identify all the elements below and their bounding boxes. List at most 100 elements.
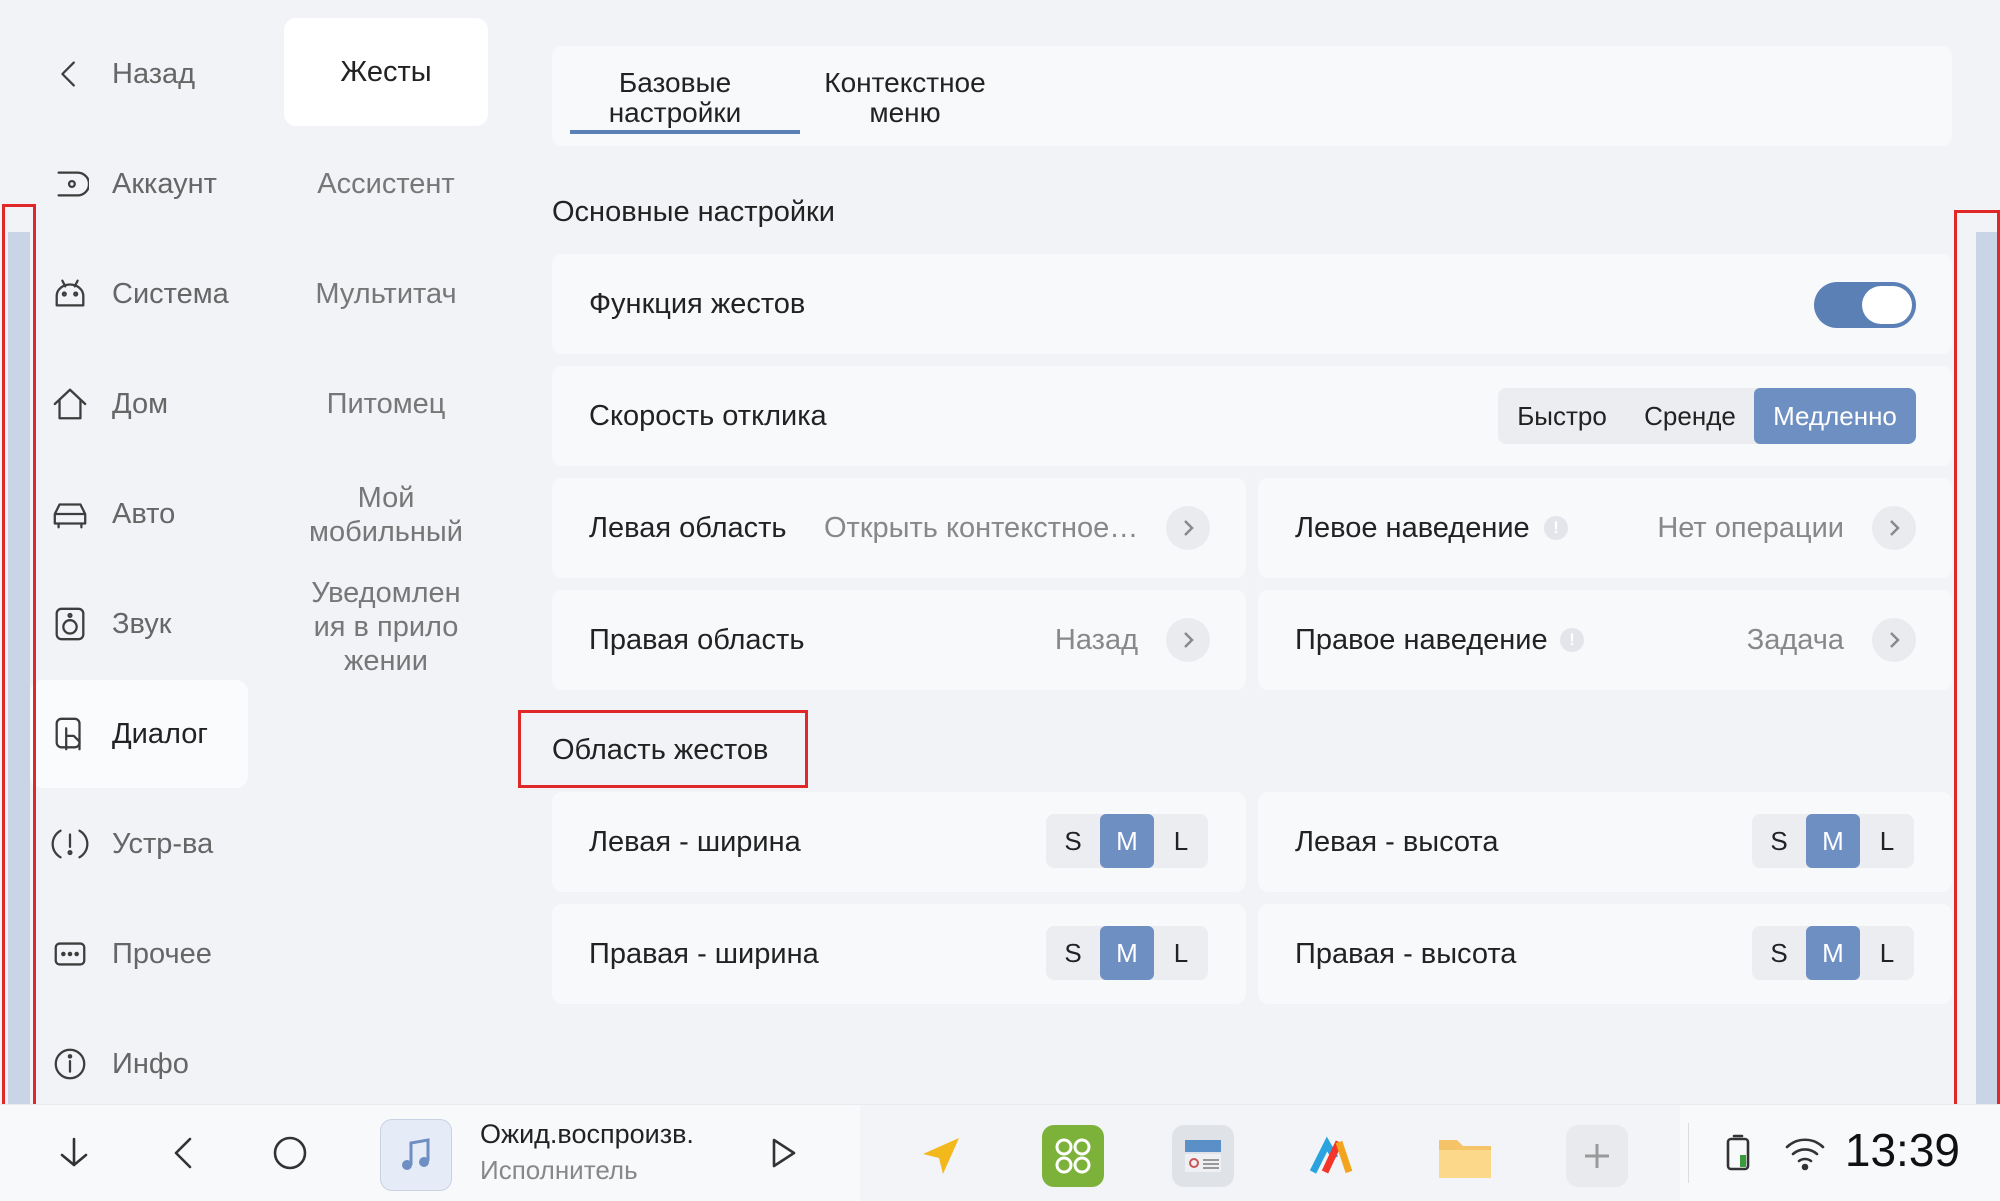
sidebar-item-other[interactable]: Прочее bbox=[30, 900, 248, 1008]
toggle-knob bbox=[1862, 286, 1912, 324]
subnav-item-pet[interactable]: Питомец bbox=[284, 350, 488, 458]
right-height-row: Правая - высота S M L bbox=[1258, 904, 1952, 1004]
subnav-item-my-mobile[interactable]: Мой мобильный bbox=[284, 470, 488, 560]
info-icon[interactable]: ! bbox=[1544, 516, 1568, 540]
chevron-right-icon bbox=[1872, 506, 1916, 550]
nav-label: Аккаунт bbox=[112, 167, 217, 200]
right-hover-value: Задача bbox=[1746, 623, 1844, 656]
left-hover-label: Левое наведение bbox=[1295, 511, 1530, 544]
more-icon bbox=[50, 934, 90, 974]
add-app-icon[interactable] bbox=[1566, 1125, 1628, 1187]
response-speed-row: Скорость отклика Быстро Сренде Медленно bbox=[552, 366, 1952, 466]
chevron-right-icon bbox=[1166, 506, 1210, 550]
media-title: Ожид.воспроизв. bbox=[480, 1119, 694, 1149]
left-hover-row[interactable]: Левое наведение ! Нет операции bbox=[1258, 478, 1952, 578]
left-width-row: Левая - ширина S M L bbox=[552, 792, 1246, 892]
settings-content: Базовые настройки Контекстное меню Основ… bbox=[506, 0, 2000, 1104]
response-speed-selector: Быстро Сренде Медленно bbox=[1498, 388, 1916, 444]
tab-context-menu[interactable]: Контекстное меню bbox=[790, 68, 1020, 128]
speed-option-medium[interactable]: Сренде bbox=[1626, 388, 1754, 444]
android-icon bbox=[50, 274, 90, 314]
size-option-s[interactable]: S bbox=[1752, 814, 1806, 868]
sidebar-item-info[interactable]: Инфо bbox=[30, 1010, 248, 1118]
radio-app-icon[interactable] bbox=[1172, 1125, 1234, 1187]
info-icon[interactable]: ! bbox=[1560, 628, 1584, 652]
speed-option-slow[interactable]: Медленно bbox=[1754, 388, 1916, 444]
back-button[interactable]: Назад bbox=[30, 20, 248, 128]
play-icon[interactable] bbox=[756, 1105, 808, 1201]
music-note-icon[interactable] bbox=[380, 1119, 452, 1191]
subnav-item-gestures[interactable]: Жесты bbox=[284, 18, 488, 126]
size-option-m[interactable]: M bbox=[1100, 814, 1154, 868]
size-option-m[interactable]: M bbox=[1100, 926, 1154, 980]
right-width-row: Правая - ширина S M L bbox=[552, 904, 1246, 1004]
right-hover-label: Правое наведение bbox=[1295, 623, 1548, 656]
size-option-s[interactable]: S bbox=[1752, 926, 1806, 980]
nav-label: Система bbox=[112, 277, 229, 310]
car-icon bbox=[50, 494, 90, 534]
sidebar-item-home[interactable]: Дом bbox=[30, 350, 248, 458]
left-area-label: Левая область bbox=[589, 511, 787, 544]
size-option-s[interactable]: S bbox=[1046, 814, 1100, 868]
size-option-m[interactable]: M bbox=[1806, 926, 1860, 980]
speed-option-fast[interactable]: Быстро bbox=[1498, 388, 1626, 444]
nav-label: Дом bbox=[112, 387, 169, 420]
nav-back-icon[interactable] bbox=[158, 1105, 210, 1201]
yandex-app-icon[interactable] bbox=[1304, 1125, 1366, 1187]
sidebar-item-system[interactable]: Система bbox=[30, 240, 248, 348]
sidebar-item-auto[interactable]: Авто bbox=[30, 460, 248, 568]
response-speed-label: Скорость отклика bbox=[589, 399, 827, 432]
sidebar-item-devices[interactable]: Устр-ва bbox=[30, 790, 248, 898]
battery-icon bbox=[1716, 1105, 1760, 1201]
dots-app-icon[interactable] bbox=[1042, 1125, 1104, 1187]
gesture-area-title-highlight bbox=[518, 710, 808, 788]
account-icon bbox=[50, 164, 90, 204]
collapse-down-icon[interactable] bbox=[48, 1105, 100, 1201]
nav-label: Прочее bbox=[112, 937, 212, 970]
folder-app-icon[interactable] bbox=[1434, 1125, 1496, 1187]
navigator-app-icon[interactable] bbox=[910, 1125, 972, 1187]
chevron-right-icon bbox=[1166, 618, 1210, 662]
size-option-m[interactable]: M bbox=[1806, 814, 1860, 868]
left-area-row[interactable]: Левая область Открыть контекстное… bbox=[552, 478, 1246, 578]
size-option-l[interactable]: L bbox=[1154, 814, 1208, 868]
left-height-row: Левая - высота S M L bbox=[1258, 792, 1952, 892]
sidebar-item-account[interactable]: Аккаунт bbox=[30, 130, 248, 238]
sidebar-item-sound[interactable]: Звук bbox=[30, 570, 248, 678]
subnav-item-multitouch[interactable]: Мультитач bbox=[284, 240, 488, 348]
nav-label: Назад bbox=[112, 57, 196, 90]
left-width-label: Левая - ширина bbox=[589, 825, 801, 858]
size-option-l[interactable]: L bbox=[1154, 926, 1208, 980]
right-hover-row[interactable]: Правое наведение ! Задача bbox=[1258, 590, 1952, 690]
tab-basic-settings[interactable]: Базовые настройки bbox=[560, 68, 790, 128]
right-area-row[interactable]: Правая область Назад bbox=[552, 590, 1246, 690]
nav-label: Авто bbox=[112, 497, 176, 530]
sidebar-item-dialog[interactable]: Диалог bbox=[30, 680, 248, 788]
left-height-label: Левая - высота bbox=[1295, 825, 1499, 858]
right-area-label: Правая область bbox=[589, 623, 805, 656]
taskbar-divider bbox=[1688, 1123, 1689, 1183]
chevron-right-icon bbox=[1872, 618, 1916, 662]
right-area-value: Назад bbox=[1054, 623, 1138, 656]
size-option-l[interactable]: L bbox=[1860, 926, 1914, 980]
subnav-item-app-notifications[interactable]: Уведомлен ия в прило жении bbox=[284, 572, 488, 682]
nav-home-icon[interactable] bbox=[264, 1105, 316, 1201]
right-height-size-selector: S M L bbox=[1752, 926, 1914, 980]
left-gesture-zone-highlight bbox=[2, 204, 36, 1150]
subnav-item-assistant[interactable]: Ассистент bbox=[284, 130, 488, 238]
size-option-s[interactable]: S bbox=[1046, 926, 1100, 980]
app-dock bbox=[860, 1105, 1680, 1201]
nav-label: Диалог bbox=[112, 717, 208, 750]
dialog-subnav: Жесты Ассистент Мультитач Питомец Мой мо… bbox=[268, 0, 506, 1104]
left-width-size-selector: S M L bbox=[1046, 814, 1208, 868]
settings-sidebar: Назад Аккаунт Система Дом Авто Звук Диал… bbox=[0, 0, 269, 1104]
gesture-function-toggle[interactable] bbox=[1814, 282, 1916, 328]
wifi-icon bbox=[1780, 1105, 1830, 1201]
left-height-size-selector: S M L bbox=[1752, 814, 1914, 868]
nav-label: Инфо bbox=[112, 1047, 189, 1080]
size-option-l[interactable]: L bbox=[1860, 814, 1914, 868]
gesture-function-label: Функция жестов bbox=[589, 287, 806, 320]
section-title-basic: Основные настройки bbox=[552, 196, 835, 228]
nav-label: Устр-ва bbox=[112, 827, 214, 860]
right-height-label: Правая - высота bbox=[1295, 937, 1517, 970]
